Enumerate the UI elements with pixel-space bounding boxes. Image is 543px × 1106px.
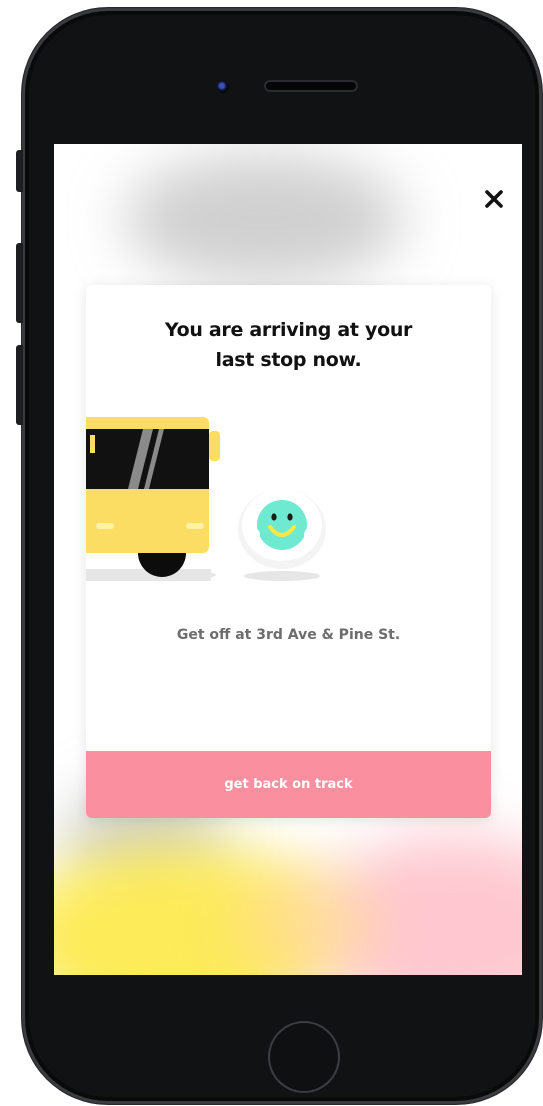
app-screen: You are arriving at your last stop now. (54, 144, 522, 975)
bus-illustration (86, 417, 220, 577)
dialog-title-line1: You are arriving at your (164, 319, 413, 341)
get-back-on-track-button[interactable]: get back on track (86, 751, 491, 818)
mute-switch (16, 150, 23, 192)
front-camera (217, 81, 229, 93)
dialog-title: You are arriving at your last stop now. (126, 315, 451, 375)
home-button[interactable] (268, 1021, 340, 1093)
smiley-mascot-icon (238, 489, 326, 569)
close-icon (485, 190, 503, 208)
earpiece-speaker (264, 80, 358, 92)
dialog-title-line2: last stop now. (215, 349, 362, 371)
background-blob (124, 154, 404, 284)
arrival-dialog: You are arriving at your last stop now. (86, 285, 491, 818)
background-blob (234, 864, 374, 975)
dialog-subtitle: Get off at 3rd Ave & Pine St. (176, 627, 401, 643)
cta-label: get back on track (224, 777, 353, 792)
volume-down-button (16, 345, 23, 425)
bus-arrival-illustration (86, 417, 326, 581)
volume-up-button (16, 243, 23, 323)
close-button[interactable] (481, 186, 507, 212)
mascot-shadow (244, 571, 320, 581)
